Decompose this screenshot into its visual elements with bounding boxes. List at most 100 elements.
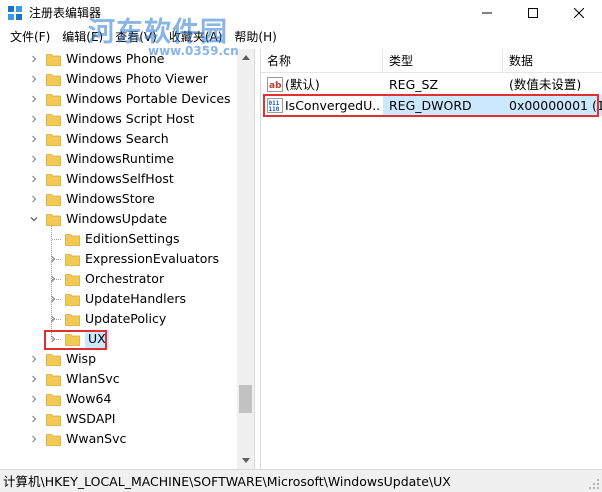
chevron-right-icon[interactable]	[29, 409, 39, 429]
column-header-name[interactable]: 名称	[261, 49, 383, 73]
tree-item[interactable]: WindowsUpdate	[3, 209, 239, 229]
folder-icon	[46, 154, 61, 166]
chevron-down-icon[interactable]	[29, 209, 39, 229]
folder-icon	[46, 374, 61, 386]
menu-favorites[interactable]: 收藏夹(A)	[163, 26, 229, 48]
chevron-right-icon[interactable]	[29, 349, 39, 369]
tree-item[interactable]: WindowsSelfHost	[3, 169, 239, 189]
chevron-right-icon[interactable]	[48, 249, 58, 269]
window-title: 注册表编辑器	[29, 6, 102, 20]
tree-item-label: Windows Photo Viewer	[66, 71, 208, 86]
folder-icon	[46, 214, 61, 226]
chevron-right-icon[interactable]	[29, 129, 39, 149]
tree-item-label: WSDAPI	[66, 411, 116, 426]
folder-icon	[46, 394, 61, 406]
tree-guide-line	[52, 239, 61, 240]
tree-item-label: Orchestrator	[85, 271, 165, 286]
close-icon	[574, 8, 584, 18]
string-value-icon: ab	[267, 77, 283, 92]
value-name: IsConvergedU...	[285, 98, 381, 113]
tree-item-label: Windows Phone	[66, 51, 165, 66]
tree-item[interactable]: EditionSettings	[3, 229, 239, 249]
tree-item[interactable]: WlanSvc	[3, 369, 239, 389]
key-tree[interactable]: Windows Phone Windows Photo Viewer Windows…	[3, 49, 255, 469]
tree-item[interactable]: Windows Script Host	[3, 109, 239, 129]
tree-item[interactable]: WindowsRuntime	[3, 149, 239, 169]
chevron-right-icon[interactable]	[29, 109, 39, 129]
resize-grip-icon[interactable]	[588, 478, 600, 490]
maximize-button[interactable]	[510, 0, 556, 26]
tree-item-label: WindowsStore	[66, 191, 155, 206]
scroll-up-button[interactable]	[237, 49, 254, 66]
tree-item[interactable]: UpdateHandlers	[3, 289, 239, 309]
tree-item[interactable]: UpdatePolicy	[3, 309, 239, 329]
tree-item[interactable]: WSDAPI	[3, 409, 239, 429]
chevron-right-icon[interactable]	[29, 429, 39, 449]
tree-item[interactable]: Windows Photo Viewer	[3, 69, 239, 89]
value-name: (默认)	[285, 77, 320, 92]
chevron-right-icon[interactable]	[29, 149, 39, 169]
tree-item[interactable]: Windows Search	[3, 129, 239, 149]
tree-item-label: UpdateHandlers	[85, 291, 187, 306]
column-header-data[interactable]: 数据	[503, 49, 602, 73]
minimize-button[interactable]	[464, 0, 510, 26]
tree-item-label: WindowsRuntime	[66, 151, 175, 166]
chevron-right-icon[interactable]	[29, 89, 39, 109]
tree-item-label: EditionSettings	[85, 231, 180, 246]
tree-item[interactable]: Windows Portable Devices	[3, 89, 239, 109]
column-header-type[interactable]: 类型	[383, 49, 503, 73]
tree-scrollbar[interactable]	[237, 49, 254, 469]
tree-item-label: Wow64	[66, 391, 112, 406]
tree-item[interactable]: UX	[3, 329, 239, 349]
maximize-icon	[528, 8, 538, 18]
menu-help[interactable]: 帮助(H)	[228, 26, 282, 48]
status-bar: 计算机\HKEY_LOCAL_MACHINE\SOFTWARE\Microsof…	[0, 469, 602, 492]
tree-item-label: Windows Script Host	[66, 111, 195, 126]
tree-item[interactable]: Wow64	[3, 389, 239, 409]
values-list[interactable]: 名称 类型 数据 ab (默认) REG_SZ (数值未设置) 011 110 …	[260, 49, 602, 469]
svg-text:ab: ab	[269, 81, 282, 91]
folder-icon	[46, 74, 61, 86]
svg-text:110: 110	[269, 106, 280, 113]
folder-icon	[46, 194, 61, 206]
tree-item-label: WlanSvc	[66, 371, 120, 386]
chevron-right-icon[interactable]	[29, 169, 39, 189]
tree-item[interactable]: Windows Phone	[3, 49, 239, 69]
scroll-thumb[interactable]	[239, 385, 252, 413]
value-row-isconverged[interactable]: 011 110 IsConvergedU... REG_DWORD 0x0000…	[261, 95, 602, 116]
menu-edit[interactable]: 编辑(E)	[56, 26, 109, 48]
title-bar: 注册表编辑器	[0, 0, 602, 26]
folder-icon	[46, 414, 61, 426]
tree-item[interactable]: WindowsStore	[3, 189, 239, 209]
tree-item[interactable]: ExpressionEvaluators	[3, 249, 239, 269]
chevron-right-icon[interactable]	[29, 69, 39, 89]
tree-item-label: WindowsSelfHost	[66, 171, 174, 186]
tree-item[interactable]: Orchestrator	[3, 269, 239, 289]
binary-value-icon: 011 110	[267, 98, 283, 113]
folder-icon	[46, 54, 61, 66]
chevron-right-icon[interactable]	[48, 269, 58, 289]
scroll-down-button[interactable]	[237, 452, 254, 469]
folder-icon	[65, 274, 80, 286]
chevron-right-icon[interactable]	[48, 329, 58, 349]
folder-icon	[46, 174, 61, 186]
value-row-default[interactable]: ab (默认) REG_SZ (数值未设置)	[261, 74, 602, 95]
chevron-right-icon[interactable]	[29, 189, 39, 209]
chevron-right-icon[interactable]	[48, 289, 58, 309]
minimize-icon	[482, 12, 492, 14]
tree-item[interactable]: WwanSvc	[3, 429, 239, 449]
scroll-down-icon	[241, 458, 250, 463]
close-button[interactable]	[556, 0, 602, 26]
tree-item[interactable]: Wisp	[3, 349, 239, 369]
menu-file[interactable]: 文件(F)	[4, 26, 56, 48]
chevron-right-icon[interactable]	[48, 309, 58, 329]
menu-view[interactable]: 查看(V)	[109, 26, 163, 48]
folder-icon	[46, 134, 61, 146]
chevron-right-icon[interactable]	[29, 49, 39, 69]
menu-bar: 文件(F) 编辑(E) 查看(V) 收藏夹(A) 帮助(H)	[0, 26, 602, 48]
tree-item-label: UX	[85, 330, 109, 348]
scroll-up-icon	[241, 55, 250, 60]
chevron-right-icon[interactable]	[29, 389, 39, 409]
chevron-right-icon[interactable]	[29, 369, 39, 389]
current-key-path: 计算机\HKEY_LOCAL_MACHINE\SOFTWARE\Microsof…	[3, 474, 451, 489]
